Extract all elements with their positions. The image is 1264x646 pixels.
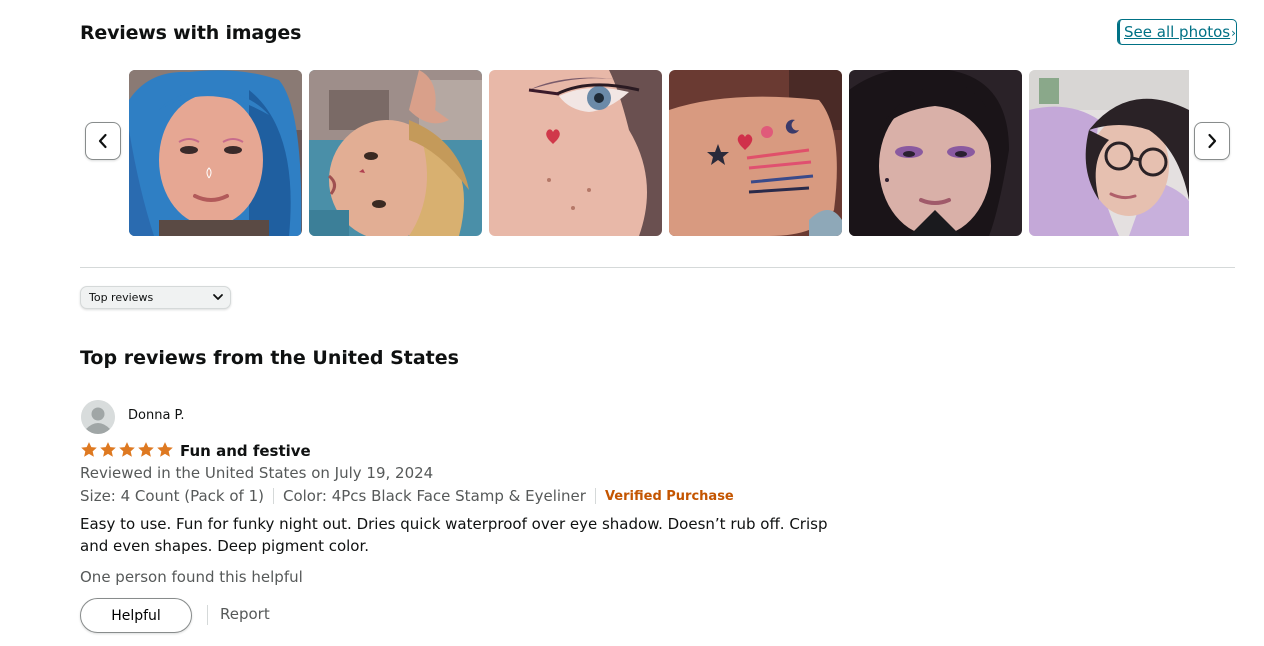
review-photo-child[interactable] <box>309 70 482 236</box>
star-icon <box>119 442 135 457</box>
verified-purchase-badge: Verified Purchase <box>604 488 734 504</box>
variant-separator <box>594 488 596 504</box>
review-photo-purple-makeup[interactable] <box>849 70 1022 236</box>
chevron-right-small-icon: › <box>1231 26 1236 40</box>
sort-reviews-dropdown[interactable]: Top reviews <box>80 286 231 309</box>
see-all-photos-label: See all photos <box>1124 23 1231 41</box>
review-photo-glasses[interactable] <box>1029 70 1189 236</box>
helpful-button[interactable]: Helpful <box>80 598 192 633</box>
carousel-prev-button[interactable] <box>85 122 121 160</box>
chevron-down-icon <box>213 294 223 300</box>
star-icon <box>81 442 97 457</box>
reviewer-avatar[interactable] <box>81 400 115 434</box>
chevron-right-icon <box>1208 133 1217 149</box>
variant-separator <box>272 488 274 504</box>
review-photo-hand-stamps[interactable] <box>669 70 842 236</box>
star-icon <box>157 442 173 457</box>
report-separator <box>207 605 208 625</box>
variant-color: Color: 4Pcs Black Face Stamp & Eyeliner <box>282 487 586 505</box>
review-variant-info: Size: 4 Count (Pack of 1) Color: 4Pcs Bl… <box>80 487 734 505</box>
review-images-carousel <box>129 70 1189 236</box>
star-icon <box>100 442 116 457</box>
section-divider <box>80 267 1235 268</box>
star-rating[interactable] <box>80 441 174 459</box>
reviewer-name[interactable]: Donna P. <box>128 408 185 423</box>
default-user-icon <box>81 400 115 434</box>
variant-size: Size: 4 Count (Pack of 1) <box>80 487 264 505</box>
review-photo-eye-heart[interactable] <box>489 70 662 236</box>
helpful-count-text: One person found this helpful <box>80 568 303 586</box>
see-all-photos-link[interactable]: See all photos› <box>1118 20 1236 44</box>
report-link[interactable]: Report <box>220 605 270 623</box>
review-title[interactable]: Fun and festive <box>180 442 311 460</box>
top-reviews-heading: Top reviews from the United States <box>80 347 459 369</box>
review-date: Reviewed in the United States on July 19… <box>80 464 434 482</box>
carousel-next-button[interactable] <box>1194 122 1230 160</box>
reviews-with-images-title: Reviews with images <box>80 22 302 44</box>
star-icon <box>138 442 154 457</box>
chevron-left-icon <box>98 133 107 149</box>
review-photo-blue-hair[interactable] <box>129 70 302 236</box>
sort-selected-value: Top reviews <box>89 291 154 304</box>
review-body: Easy to use. Fun for funky night out. Dr… <box>80 515 828 555</box>
